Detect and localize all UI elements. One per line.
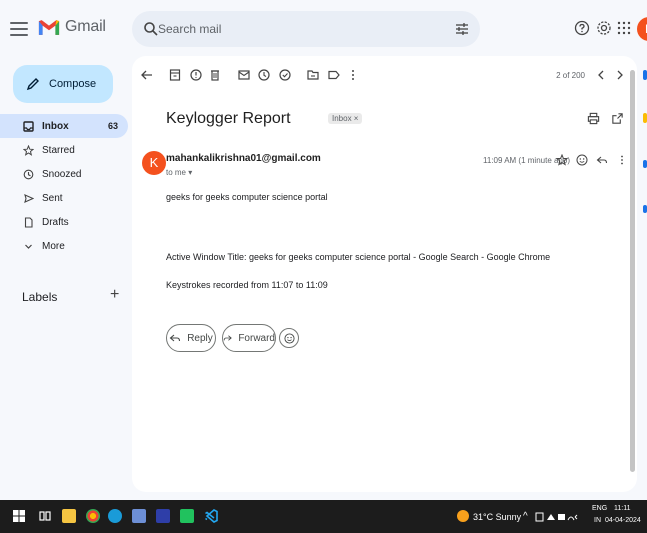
paging-count: 2 of 200 [556,71,585,80]
archive-icon[interactable] [168,68,182,82]
inbox-label-badge[interactable]: Inbox × [328,113,363,124]
language-bottom[interactable]: IN [594,517,601,524]
label-tag-icon[interactable] [327,68,341,82]
reply-icon[interactable] [596,154,608,166]
print-icon[interactable] [587,112,600,125]
reply-icon [169,334,181,342]
forward-label: Forward [238,332,275,344]
main-menu-icon[interactable] [10,22,28,36]
search-icon[interactable] [143,21,159,37]
windows-taskbar: 31°C Sunny ^ ENG IN 11:11 04-04-2024 [0,500,647,533]
add-label-icon[interactable]: + [110,286,119,304]
search-filters-icon[interactable] [454,21,470,37]
message-scrollbar[interactable] [630,70,635,472]
keep-app-icon[interactable] [643,113,647,123]
top-bar: Gmail K [0,0,647,58]
forward-icon [223,335,232,341]
star-icon[interactable] [556,154,568,166]
vscode-icon[interactable] [204,509,218,523]
app-icon[interactable] [132,509,146,523]
search-input[interactable] [158,11,448,47]
windows-start-icon[interactable] [12,509,26,523]
edge-icon[interactable] [108,509,122,523]
clock-icon [22,168,34,180]
draft-file-icon [22,216,34,228]
sidebar-item-drafts[interactable]: Drafts [0,210,128,234]
task-view-icon[interactable] [38,509,52,523]
compose-button[interactable]: Compose [13,65,113,103]
settings-gear-icon[interactable] [596,20,612,36]
clock-date[interactable]: 04-04-2024 [605,517,641,524]
app-icon[interactable] [156,509,170,523]
sidebar-item-label: Snoozed [42,168,82,180]
more-vertical-icon[interactable] [346,68,360,82]
sidebar-item-label: Drafts [42,216,69,228]
weather-text[interactable]: 31°C Sunny [473,512,521,522]
notepad-icon[interactable] [180,509,194,523]
message-panel: 2 of 200 Keylogger Report Inbox × K maha… [132,56,637,492]
contacts-app-icon[interactable] [643,205,647,213]
chrome-icon[interactable] [86,509,100,523]
compose-label: Compose [49,78,97,90]
email-body-line: Active Window Title: geeks for geeks com… [166,252,551,262]
forward-button[interactable]: Forward [222,324,276,352]
recipient-details[interactable]: to me ▾ [166,168,192,177]
tray-chevron-icon[interactable]: ^ [523,511,528,522]
report-spam-icon[interactable] [189,68,203,82]
gmail-m-icon [38,19,60,35]
more-vertical-icon[interactable] [616,154,628,166]
search-bar[interactable] [132,11,480,47]
sidebar-item-label: Starred [42,144,75,156]
sender-email[interactable]: mahankalikrishna01@gmail.com [166,153,321,164]
trash-icon[interactable] [208,68,222,82]
inbox-icon [22,120,34,132]
reply-button[interactable]: Reply [166,324,216,352]
pencil-icon [26,78,39,91]
account-avatar[interactable]: K [637,17,647,41]
emoji-reaction-icon[interactable] [576,154,588,166]
emoji-reaction-button[interactable] [279,328,299,348]
app-name: Gmail [65,18,106,35]
tray-status-icons[interactable] [535,511,579,523]
email-subject: Keylogger Report [166,110,291,127]
sidebar-item-more[interactable]: More [0,234,128,258]
sidebar-item-label: Inbox [42,120,69,132]
chevron-right-icon[interactable] [613,68,627,82]
chevron-down-icon [22,240,34,252]
sender-avatar[interactable]: K [142,151,166,175]
calendar-app-icon[interactable] [643,70,647,80]
star-icon [22,144,34,156]
apps-grid-icon[interactable] [617,21,631,35]
language-top[interactable]: ENG [592,505,607,512]
gmail-logo[interactable]: Gmail [38,18,106,36]
email-body-line: Keystrokes recorded from 11:07 to 11:09 [166,280,328,290]
chevron-left-icon[interactable] [594,68,608,82]
email-body-line: geeks for geeks computer science portal [166,192,328,202]
help-icon[interactable] [574,20,590,36]
move-to-folder-icon[interactable] [306,68,320,82]
sidebar-item-label: More [42,240,65,252]
sidebar-item-inbox[interactable]: Inbox 63 [0,114,128,138]
labels-heading: Labels [22,290,58,304]
snooze-clock-icon[interactable] [257,68,271,82]
sidebar-item-starred[interactable]: Starred [0,138,128,162]
open-in-new-window-icon[interactable] [611,112,624,125]
sidebar-item-label: Sent [42,192,63,204]
sidebar-nav: Inbox 63 Starred Snoozed Sent Drafts Mor… [0,114,132,258]
mark-unread-icon[interactable] [237,68,251,82]
tray-icons [535,512,578,522]
inbox-count: 63 [107,121,118,131]
message-toolbar: 2 of 200 [132,56,637,94]
sidebar-item-sent[interactable]: Sent [0,186,128,210]
sidebar-item-snoozed[interactable]: Snoozed [0,162,128,186]
file-explorer-icon[interactable] [62,509,76,523]
reply-label: Reply [187,332,213,344]
tasks-app-icon[interactable] [643,160,647,168]
emoji-icon [283,332,295,344]
send-icon [22,192,34,204]
clock-time[interactable]: 11:11 [614,505,630,512]
weather-icon[interactable] [457,510,469,522]
back-arrow-icon[interactable] [140,68,154,82]
add-to-tasks-icon[interactable] [278,68,292,82]
